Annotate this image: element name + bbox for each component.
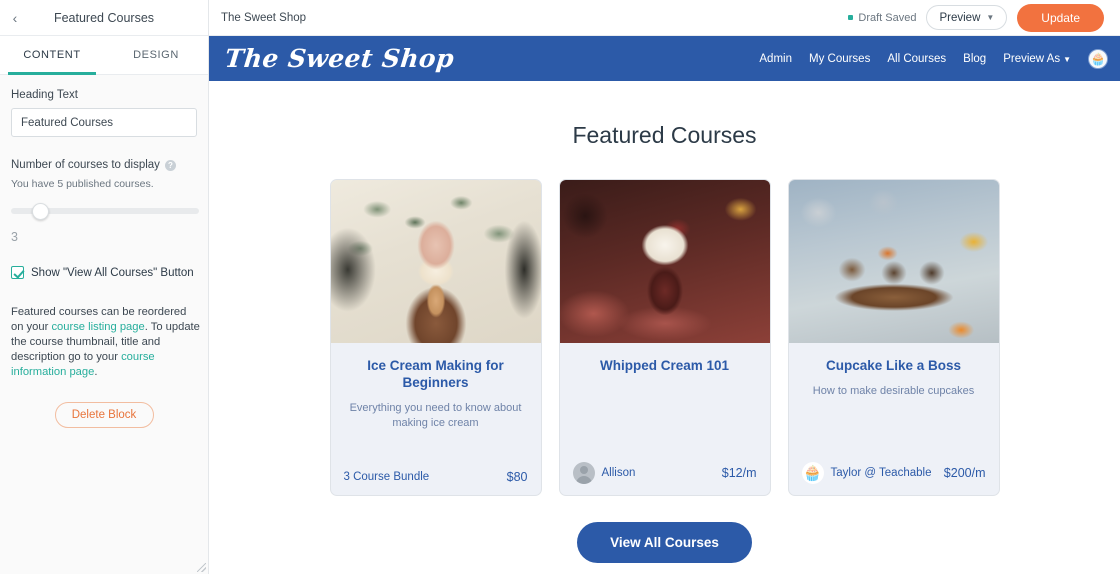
site-nav-links: Admin My Courses All Courses Blog Previe…: [759, 48, 1108, 69]
sidebar-tabs: CONTENT DESIGN: [0, 36, 208, 75]
featured-courses-list: Ice Cream Making for Beginners Everythin…: [209, 179, 1120, 496]
course-footer-left: Allison: [572, 462, 636, 484]
editor-sidebar: ‹ Featured Courses CONTENT DESIGN Headin…: [0, 0, 209, 574]
view-all-courses-button[interactable]: View All Courses: [577, 522, 752, 563]
show-view-all-checkbox-label: Show "View All Courses" Button: [31, 266, 194, 279]
nav-link-preview-as-label: Preview As: [1003, 52, 1061, 65]
nav-link-admin[interactable]: Admin: [759, 53, 792, 65]
course-listing-page-link[interactable]: course listing page: [51, 321, 144, 333]
caret-down-icon: ▼: [1063, 54, 1071, 64]
published-courses-note: You have 5 published courses.: [11, 178, 154, 190]
person-avatar-icon: [572, 462, 595, 484]
course-card[interactable]: Ice Cream Making for Beginners Everythin…: [329, 179, 542, 496]
course-card-body: Ice Cream Making for Beginners Everythin…: [331, 343, 541, 495]
chevron-down-icon: ▼: [986, 13, 995, 22]
tab-content[interactable]: CONTENT: [0, 36, 104, 75]
preview-button[interactable]: Preview ▼: [926, 5, 1008, 30]
nav-link-preview-as[interactable]: Preview As ▼: [1003, 53, 1071, 65]
course-price: $80: [506, 470, 528, 484]
heading-text-label: Heading Text: [11, 89, 197, 101]
site-logo[interactable]: The Sweet Shop: [223, 44, 455, 73]
info-part-3: .: [94, 366, 98, 378]
course-title: Ice Cream Making for Beginners: [367, 358, 504, 390]
cupcake-avatar-icon: 🧁: [801, 462, 824, 484]
reorder-info-text: Featured courses can be reordered on you…: [11, 305, 201, 380]
nav-link-my-courses[interactable]: My Courses: [809, 53, 870, 65]
delete-block-button[interactable]: Delete Block: [54, 402, 154, 428]
main-area: The Sweet Shop Draft Saved Preview ▼ Upd…: [209, 0, 1120, 574]
editor-topbar: The Sweet Shop Draft Saved Preview ▼ Upd…: [209, 0, 1120, 36]
course-card-body: Whipped Cream 101 Allison $12/m: [560, 343, 770, 495]
sidebar-resize-handle[interactable]: [197, 563, 206, 572]
checkbox-checked-icon[interactable]: [11, 266, 24, 279]
courses-count-label-text: Number of courses to display: [11, 159, 160, 171]
page-preview: Featured Courses Ice Cream Making for Be…: [209, 81, 1120, 574]
course-author-name: Allison: [601, 467, 636, 479]
slider-thumb[interactable]: [32, 203, 49, 220]
heading-text-input[interactable]: [11, 108, 197, 137]
update-button[interactable]: Update: [1017, 3, 1104, 32]
tab-design[interactable]: DESIGN: [104, 36, 208, 74]
app-root: ‹ Featured Courses CONTENT DESIGN Headin…: [0, 0, 1120, 574]
cupcake-avatar-icon[interactable]: 🧁: [1088, 48, 1108, 69]
course-footer-left: 🧁 Taylor @ Teachable: [801, 462, 932, 484]
view-all-courses-wrap: View All Courses: [209, 522, 1120, 563]
course-card-body: Cupcake Like a Boss How to make desirabl…: [789, 343, 999, 495]
page-title: Featured Courses: [572, 122, 757, 148]
courses-count-label: Number of courses to display ?: [11, 159, 197, 171]
sidebar-title: Featured Courses: [53, 10, 155, 25]
course-price: $12/m: [721, 466, 757, 480]
course-author-name: Taylor @ Teachable: [830, 467, 932, 479]
course-description: Everything you need to know about making…: [349, 402, 522, 429]
nav-link-all-courses[interactable]: All Courses: [887, 53, 946, 65]
chevron-left-icon[interactable]: ‹: [0, 11, 30, 25]
preview-button-label: Preview: [939, 11, 981, 24]
course-description: How to make desirable cupcakes: [812, 385, 975, 397]
sidebar-body: Heading Text Number of courses to displa…: [0, 75, 208, 428]
site-navigation-bar: The Sweet Shop Admin My Courses All Cour…: [209, 36, 1120, 81]
shop-name: The Sweet Shop: [221, 11, 307, 24]
course-card-footer: 3 Course Bundle $80: [344, 470, 528, 484]
course-card-footer: 🧁 Taylor @ Teachable $200/m: [801, 462, 986, 484]
topbar-actions: Draft Saved Preview ▼ Update: [848, 3, 1104, 32]
course-bundle-label: 3 Course Bundle: [343, 471, 430, 483]
course-thumbnail-whipped-cream: [559, 180, 770, 343]
question-mark-icon[interactable]: ?: [164, 159, 176, 171]
course-card[interactable]: Cupcake Like a Boss How to make desirabl…: [787, 179, 1000, 496]
course-footer-left: 3 Course Bundle: [344, 471, 430, 483]
courses-count-slider[interactable]: [11, 203, 199, 220]
course-title: Whipped Cream 101: [599, 358, 730, 373]
course-price: $200/m: [943, 466, 986, 480]
draft-status: Draft Saved: [848, 12, 916, 24]
draft-status-dot-icon: [848, 15, 854, 20]
show-view-all-checkbox-row[interactable]: Show "View All Courses" Button: [11, 266, 197, 279]
course-thumbnail-cupcakes: [788, 180, 999, 343]
heading-text-label-text: Heading Text: [11, 89, 78, 101]
delete-block-wrap: Delete Block: [11, 402, 197, 428]
course-title: Cupcake Like a Boss: [825, 358, 962, 373]
draft-status-text: Draft Saved: [858, 11, 917, 24]
sidebar-header: ‹ Featured Courses: [0, 0, 208, 36]
slider-value: 3: [11, 230, 18, 244]
course-thumbnail-ice-cream: [330, 180, 541, 343]
course-card[interactable]: Whipped Cream 101 Allison $12/m: [558, 179, 771, 496]
nav-link-blog[interactable]: Blog: [963, 53, 986, 65]
course-card-footer: Allison $12/m: [572, 462, 757, 484]
